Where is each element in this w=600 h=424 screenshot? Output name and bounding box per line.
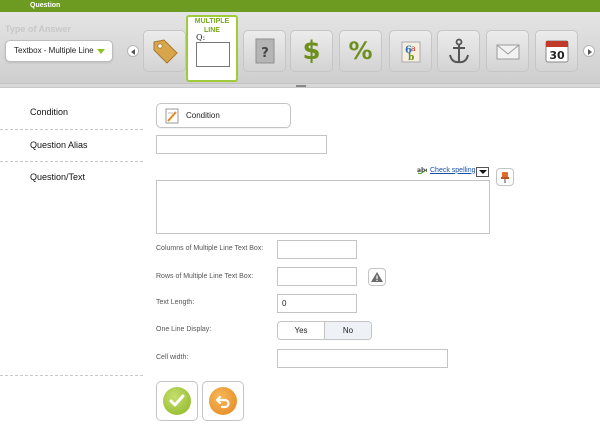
question-textarea[interactable]: [156, 180, 490, 234]
question-prefix: Q:: [196, 33, 206, 42]
checkmark-icon: [169, 394, 185, 407]
tile-unknown[interactable]: ?: [243, 30, 286, 72]
question-alias-label: Question Alias: [30, 140, 88, 150]
text-length-input[interactable]: 0: [277, 294, 357, 313]
pin-icon: [501, 172, 509, 183]
panel-splitter[interactable]: [0, 84, 600, 88]
tile-percent[interactable]: %: [339, 30, 382, 72]
back-button[interactable]: [202, 381, 244, 421]
multiline-box-icon: [196, 42, 230, 67]
question-alias-input[interactable]: [156, 135, 327, 154]
dollar-icon: $: [302, 36, 321, 66]
columns-label: Columns of Multiple Line Text Box:: [156, 245, 264, 252]
tile-currency[interactable]: $: [290, 30, 333, 72]
price-tag-icon: [153, 39, 178, 64]
one-line-yes-option[interactable]: Yes: [278, 322, 325, 339]
edit-note-icon: [165, 108, 179, 124]
window-title: Question: [0, 0, 600, 12]
divider: [0, 375, 143, 376]
condition-button[interactable]: Condition: [156, 103, 291, 128]
question-text-label: Question/Text: [30, 172, 86, 182]
check-spelling[interactable]: abc Check spelling: [417, 166, 476, 174]
spellcheck-icon: abc: [417, 167, 427, 174]
unknown-mark: ?: [261, 46, 269, 61]
tile-multiple-line-selected[interactable]: MULTIPLE LINE Q:: [186, 15, 238, 82]
save-circle: [163, 387, 191, 415]
tile-anchor[interactable]: [437, 30, 480, 72]
grip-icon: [296, 85, 306, 87]
answer-type-toolbar: Type of Answer Textbox - Multiple Line M…: [0, 12, 600, 84]
cell-width-input[interactable]: [277, 349, 448, 368]
envelope-icon: [496, 44, 519, 60]
cell-width-label: Cell width:: [156, 354, 189, 361]
save-button[interactable]: [156, 381, 198, 421]
divider: [0, 129, 143, 130]
text-length-label: Text Length:: [156, 299, 195, 306]
back-circle: [209, 387, 237, 415]
spelling-dropdown[interactable]: [476, 167, 489, 177]
calendar-icon: 30: [545, 40, 568, 63]
tile-text-format[interactable]: 6 a b: [389, 30, 432, 72]
answer-type-value: Textbox - Multiple Line: [14, 46, 94, 55]
text-format-icon: 6 a b: [401, 41, 420, 63]
anchor-icon: [448, 38, 469, 64]
percent-icon: %: [348, 37, 373, 65]
chevron-down-icon: [97, 49, 105, 54]
tile-email[interactable]: [486, 30, 529, 72]
unknown-document-icon: ?: [255, 38, 274, 64]
scroll-right-button[interactable]: [583, 45, 595, 57]
tile-price-tag[interactable]: [143, 30, 186, 72]
calendar-day: 30: [549, 49, 565, 62]
pin-button[interactable]: [496, 168, 514, 186]
divider: [0, 161, 143, 162]
one-line-display-toggle[interactable]: Yes No: [277, 321, 372, 340]
condition-button-label: Condition: [186, 111, 220, 120]
answer-type-select[interactable]: Textbox - Multiple Line: [5, 40, 113, 62]
condition-label: Condition: [30, 107, 69, 117]
check-spelling-link[interactable]: Check spelling: [430, 167, 476, 174]
scroll-left-button[interactable]: [127, 45, 139, 57]
svg-text:a: a: [411, 44, 416, 53]
tile-date[interactable]: 30: [535, 30, 578, 72]
rows-input[interactable]: [277, 267, 357, 286]
undo-arrow-icon: [215, 395, 230, 409]
one-line-display-label: One Line Display:: [156, 326, 212, 333]
answer-type-title: Type of Answer: [5, 24, 72, 34]
svg-text:b: b: [408, 53, 414, 63]
warning-icon: [371, 272, 383, 282]
warning-button[interactable]: [368, 268, 386, 286]
rows-label: Rows of Multiple Line Text Box:: [156, 273, 254, 280]
one-line-no-option[interactable]: No: [325, 322, 371, 339]
columns-input[interactable]: [277, 240, 357, 259]
